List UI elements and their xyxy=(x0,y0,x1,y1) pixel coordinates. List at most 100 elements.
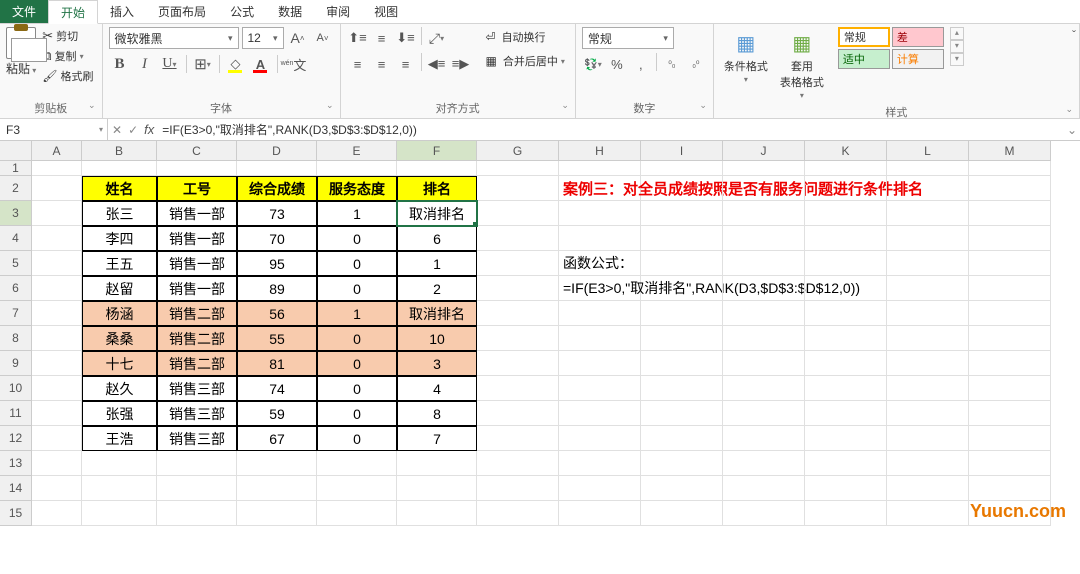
fill-color-button[interactable] xyxy=(225,53,247,75)
cell-J11[interactable] xyxy=(723,401,805,426)
cell-F9[interactable]: 3 xyxy=(397,351,477,376)
phonetic-button[interactable]: 文 xyxy=(283,53,305,75)
conditional-format-button[interactable]: 条件格式 xyxy=(720,27,772,86)
cell-M13[interactable] xyxy=(969,451,1051,476)
cell-B10[interactable]: 赵久 xyxy=(82,376,157,401)
cell-G10[interactable] xyxy=(477,376,559,401)
cut-button[interactable]: 剪切 xyxy=(40,27,95,45)
cell-G13[interactable] xyxy=(477,451,559,476)
cell-D3[interactable]: 73 xyxy=(237,201,317,226)
cell-A6[interactable] xyxy=(32,276,82,301)
cell-I10[interactable] xyxy=(641,376,723,401)
column-header-I[interactable]: I xyxy=(641,141,723,161)
tab-home[interactable]: 开始 xyxy=(48,0,98,24)
cell-E15[interactable] xyxy=(317,501,397,526)
cell-I11[interactable] xyxy=(641,401,723,426)
cell-F3[interactable]: 取消排名 xyxy=(397,201,477,226)
column-header-L[interactable]: L xyxy=(887,141,969,161)
row-header-7[interactable]: 7 xyxy=(0,301,32,326)
collapse-ribbon-icon[interactable]: ˇ xyxy=(1072,28,1076,42)
cell-A4[interactable] xyxy=(32,226,82,251)
cell-G7[interactable] xyxy=(477,301,559,326)
format-as-table-button[interactable]: 套用 表格格式 xyxy=(776,27,828,102)
column-header-K[interactable]: K xyxy=(805,141,887,161)
tab-review[interactable]: 审阅 xyxy=(314,0,362,23)
cell-E14[interactable] xyxy=(317,476,397,501)
cell-F10[interactable]: 4 xyxy=(397,376,477,401)
cell-J2[interactable] xyxy=(723,176,805,201)
cell-K8[interactable] xyxy=(805,326,887,351)
cell-J14[interactable] xyxy=(723,476,805,501)
row-header-5[interactable]: 5 xyxy=(0,251,32,276)
increase-indent-button[interactable] xyxy=(450,53,472,75)
cell-K6[interactable] xyxy=(805,276,887,301)
align-middle-button[interactable] xyxy=(371,27,393,49)
cell-B3[interactable]: 张三 xyxy=(82,201,157,226)
cell-C7[interactable]: 销售二部 xyxy=(157,301,237,326)
cell-K13[interactable] xyxy=(805,451,887,476)
cell-B15[interactable] xyxy=(82,501,157,526)
cell-G2[interactable] xyxy=(477,176,559,201)
cell-A14[interactable] xyxy=(32,476,82,501)
cell-J9[interactable] xyxy=(723,351,805,376)
cell-D9[interactable]: 81 xyxy=(237,351,317,376)
align-bottom-button[interactable] xyxy=(395,27,417,49)
cell-E13[interactable] xyxy=(317,451,397,476)
cell-F7[interactable]: 取消排名 xyxy=(397,301,477,326)
cell-A15[interactable] xyxy=(32,501,82,526)
cell-J1[interactable] xyxy=(723,161,805,176)
cell-G9[interactable] xyxy=(477,351,559,376)
cell-I12[interactable] xyxy=(641,426,723,451)
increase-font-button[interactable]: A˄ xyxy=(287,27,309,49)
cell-E1[interactable] xyxy=(317,161,397,176)
cell-L8[interactable] xyxy=(887,326,969,351)
cell-E12[interactable]: 0 xyxy=(317,426,397,451)
tab-insert[interactable]: 插入 xyxy=(98,0,146,23)
cell-L15[interactable] xyxy=(887,501,969,526)
cell-L10[interactable] xyxy=(887,376,969,401)
align-right-button[interactable] xyxy=(395,53,417,75)
row-header-4[interactable]: 4 xyxy=(0,226,32,251)
cell-L9[interactable] xyxy=(887,351,969,376)
tab-file[interactable]: 文件 xyxy=(0,0,48,23)
select-all-corner[interactable] xyxy=(0,141,32,161)
cell-L6[interactable] xyxy=(887,276,969,301)
cell-L12[interactable] xyxy=(887,426,969,451)
cell-E11[interactable]: 0 xyxy=(317,401,397,426)
cell-K2[interactable] xyxy=(805,176,887,201)
cell-C8[interactable]: 销售二部 xyxy=(157,326,237,351)
cell-F14[interactable] xyxy=(397,476,477,501)
cell-F15[interactable] xyxy=(397,501,477,526)
orientation-button[interactable] xyxy=(426,27,448,49)
cell-J4[interactable] xyxy=(723,226,805,251)
cell-K15[interactable] xyxy=(805,501,887,526)
name-box[interactable]: F3 xyxy=(0,119,108,140)
cell-I8[interactable] xyxy=(641,326,723,351)
column-header-C[interactable]: C xyxy=(157,141,237,161)
cell-F8[interactable]: 10 xyxy=(397,326,477,351)
cell-F12[interactable]: 7 xyxy=(397,426,477,451)
cell-G6[interactable] xyxy=(477,276,559,301)
cell-B5[interactable]: 王五 xyxy=(82,251,157,276)
cell-M4[interactable] xyxy=(969,226,1051,251)
cell-L13[interactable] xyxy=(887,451,969,476)
column-header-B[interactable]: B xyxy=(82,141,157,161)
bold-button[interactable]: B xyxy=(109,53,131,75)
cell-A8[interactable] xyxy=(32,326,82,351)
cell-E4[interactable]: 0 xyxy=(317,226,397,251)
worksheet-grid[interactable]: 12姓名工号综合成绩服务态度排名案例三：对全员成绩按照是否有服务问题进行条件排名… xyxy=(0,161,1080,526)
cell-G14[interactable] xyxy=(477,476,559,501)
format-painter-button[interactable]: 格式刷 xyxy=(40,67,95,85)
cell-M9[interactable] xyxy=(969,351,1051,376)
cell-E8[interactable]: 0 xyxy=(317,326,397,351)
comma-button[interactable] xyxy=(630,53,652,75)
cell-K10[interactable] xyxy=(805,376,887,401)
cell-H2[interactable]: 案例三：对全员成绩按照是否有服务问题进行条件排名 xyxy=(559,176,641,201)
cell-D2[interactable]: 综合成绩 xyxy=(237,176,317,201)
cell-A11[interactable] xyxy=(32,401,82,426)
cell-A7[interactable] xyxy=(32,301,82,326)
cell-K14[interactable] xyxy=(805,476,887,501)
row-header-1[interactable]: 1 xyxy=(0,161,32,176)
copy-button[interactable]: 复制 xyxy=(40,47,95,65)
cell-C14[interactable] xyxy=(157,476,237,501)
